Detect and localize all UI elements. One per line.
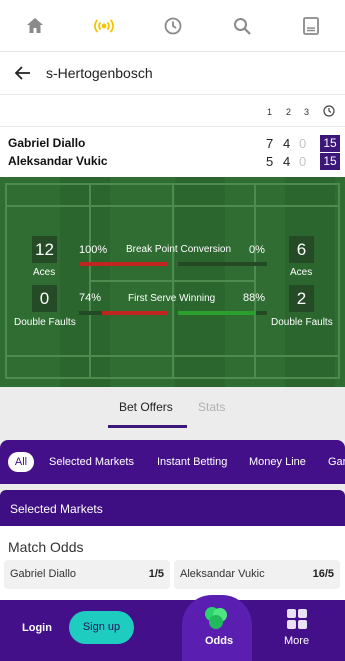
more-label: More <box>284 635 310 647</box>
set-score: 4 <box>283 136 291 151</box>
p1-break-point-pct: 100% <box>79 244 108 256</box>
set-score: 7 <box>266 136 274 151</box>
p2-aces-value: 6 <box>289 236 314 263</box>
score-column-header: 1 2 3 <box>0 95 345 127</box>
page-header: s-Hertogenbosch <box>0 52 345 95</box>
betslip-icon[interactable] <box>297 12 325 40</box>
filter-selected-markets[interactable]: Selected Markets <box>49 456 134 468</box>
clock-icon[interactable] <box>159 12 187 40</box>
tab-stats[interactable]: Stats <box>198 400 225 414</box>
page-title: s-Hertogenbosch <box>46 65 153 81</box>
login-link[interactable]: Login <box>22 622 52 634</box>
p2-first-serve-bar <box>178 311 267 315</box>
match-stats-court: 12 Aces 6 Aces 100% Break Point Conversi… <box>0 177 345 387</box>
aces-label: Aces <box>33 267 56 278</box>
odds-value: 1/5 <box>148 568 164 580</box>
odds-label: Odds <box>205 635 234 647</box>
selected-markets-header[interactable]: Selected Markets <box>0 490 345 526</box>
first-serve-label: First Serve Winning <box>128 293 216 304</box>
market-title: Match Odds <box>8 539 84 555</box>
selection-name: Gabriel Diallo <box>10 568 77 580</box>
filter-money-line[interactable]: Money Line <box>249 456 306 468</box>
double-faults-label: Double Faults <box>271 317 333 328</box>
bar-fill <box>178 311 256 315</box>
selection-name: Aleksandar Vukic <box>180 568 265 580</box>
more-grid-icon[interactable] <box>286 608 308 630</box>
p1-first-serve-bar <box>79 311 168 315</box>
game-score-badge: 15 <box>320 135 340 152</box>
p2-break-point-pct: 0% <box>249 244 265 256</box>
odds-icon <box>205 607 227 629</box>
tab-bet-offers[interactable]: Bet Offers <box>119 400 173 414</box>
bar-fill <box>79 262 168 266</box>
set-3-label: 3 <box>304 107 310 117</box>
set-1-label: 1 <box>267 107 273 117</box>
set-score: 0 <box>299 136 307 151</box>
odds-button[interactable]: Gabriel Diallo 1/5 <box>4 560 170 589</box>
p2-double-faults-value: 2 <box>289 285 314 312</box>
filter-more[interactable]: Gar <box>328 456 345 468</box>
player-name: Aleksandar Vukic <box>8 154 108 168</box>
filter-instant-betting[interactable]: Instant Betting <box>157 456 227 468</box>
content-tabs: Bet Offers Stats <box>0 387 345 437</box>
set-score: 0 <box>299 154 307 169</box>
p2-first-serve-pct: 88% <box>243 292 266 304</box>
set-score: 5 <box>266 154 274 169</box>
top-navigation <box>0 0 345 52</box>
p1-break-point-bar <box>79 262 168 266</box>
active-tab-indicator <box>108 425 187 428</box>
player-name: Gabriel Diallo <box>8 136 86 150</box>
double-faults-label: Double Faults <box>14 317 76 328</box>
back-arrow-icon[interactable] <box>12 62 34 84</box>
match-clock-icon <box>323 105 335 117</box>
p1-first-serve-pct: 74% <box>79 292 102 304</box>
signup-button[interactable]: Sign up <box>69 611 134 644</box>
player-row: Gabriel Diallo 7 4 0 15 <box>0 135 345 153</box>
court-line <box>89 280 256 282</box>
set-score: 4 <box>283 154 291 169</box>
search-icon[interactable] <box>228 12 256 40</box>
break-point-label: Break Point Conversion <box>126 244 232 255</box>
market-filter-bar: All Selected Markets Instant Betting Mon… <box>0 440 345 484</box>
odds-value: 16/5 <box>312 568 334 580</box>
odds-button[interactable]: Aleksandar Vukic 16/5 <box>174 560 340 589</box>
bar-fill <box>102 311 168 315</box>
scoreboard: Gabriel Diallo 7 4 0 15 Aleksandar Vukic… <box>0 127 345 177</box>
home-icon[interactable] <box>21 12 49 40</box>
section-title: Selected Markets <box>10 502 103 516</box>
set-2-label: 2 <box>286 107 292 117</box>
p1-aces-value: 12 <box>32 236 57 263</box>
p1-double-faults-value: 0 <box>32 285 57 312</box>
match-page: s-Hertogenbosch 1 2 3 Gabriel Diallo 7 4… <box>0 0 345 661</box>
match-odds-market: Match Odds Gabriel Diallo 1/5 Aleksandar… <box>0 526 345 600</box>
aces-label: Aces <box>290 267 313 278</box>
player-row: Aleksandar Vukic 5 4 0 15 <box>0 153 345 171</box>
bottom-navigation: Login Sign up Odds More <box>0 595 345 661</box>
game-score-badge: 15 <box>320 153 340 170</box>
filter-all[interactable]: All <box>8 452 34 472</box>
live-icon[interactable] <box>90 12 118 40</box>
p2-break-point-bar <box>178 262 267 266</box>
